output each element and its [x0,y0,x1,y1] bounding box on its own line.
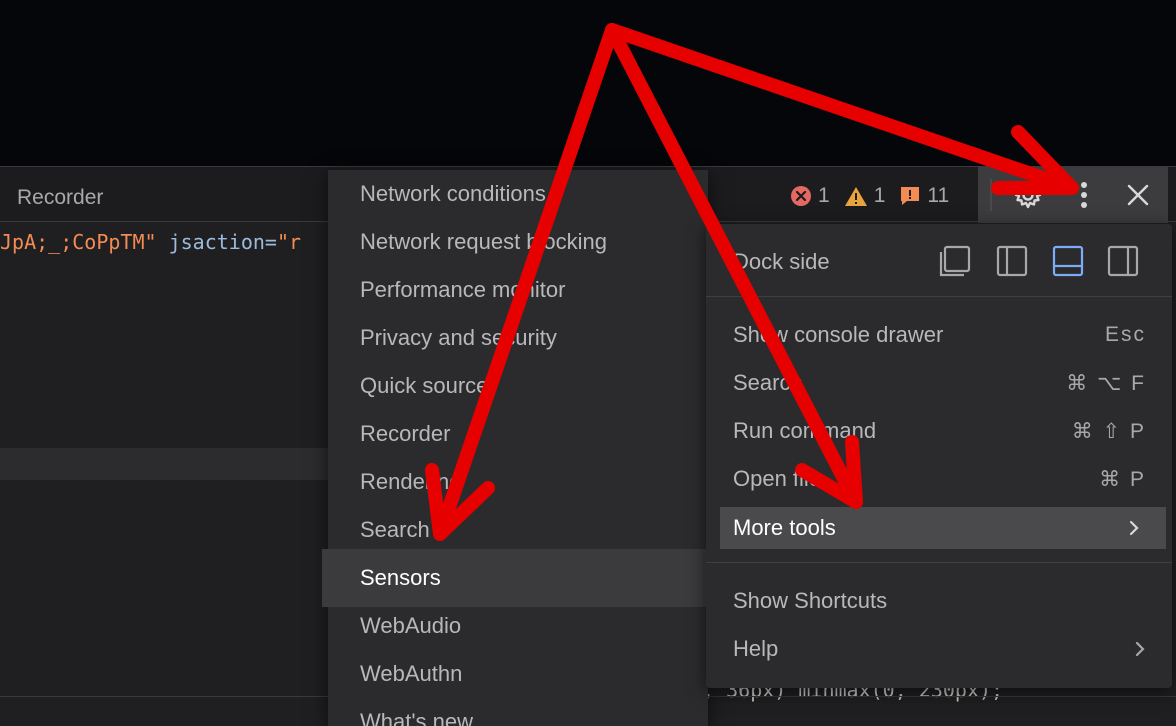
warning-icon [844,187,867,206]
shortcut-label: Esc [1104,323,1146,346]
menu-item-search[interactable]: Search ⌘ ⌥ F [706,359,1172,407]
menu-item-network-conditions[interactable]: Network conditions [328,170,708,218]
customize-menu-button[interactable] [1064,177,1104,213]
close-icon [1127,184,1149,206]
menu-item-open-file[interactable]: Open file ⌘ P [706,455,1172,503]
menu-item-label: Search [733,370,803,395]
page-viewport [0,0,1176,166]
menu-item-label: Network conditions [360,181,546,206]
menu-item-label: Rendering [360,469,462,494]
menu-item-label: Search [360,517,430,542]
menu-item-label: Performance monitor [360,277,566,302]
menu-item-performance-monitor[interactable]: Performance monitor [328,266,708,314]
menu-item-label: WebAudio [360,613,462,638]
menu-item-webaudio[interactable]: WebAudio [328,602,708,650]
menu-divider [706,562,1172,563]
undock-icon[interactable] [938,244,972,278]
dock-left-icon[interactable] [995,244,1029,278]
issue-counters[interactable]: 1 1 11 [790,181,963,211]
menu-item-show-shortcuts[interactable]: Show Shortcuts [706,577,1172,625]
menu-item-network-request-blocking[interactable]: Network request blocking [328,218,708,266]
code-string-tail: "r [276,230,302,254]
error-count: 1 [818,184,830,207]
error-counter[interactable]: 1 [790,184,830,208]
issues-count: 11 [927,184,950,207]
menu-item-label: Recorder [360,421,451,446]
shortcut-label: ⌘ ⌥ F [1066,371,1146,395]
menu-item-rendering[interactable]: Rendering [328,458,708,506]
menu-item-label: Quick source [360,373,489,398]
close-devtools-button[interactable] [1118,177,1158,213]
menu-item-label: Help [733,636,779,661]
shortcut-label: ⌘ P [1099,467,1146,491]
gear-icon [1014,181,1042,209]
screen: Recorder 1 1 11 JpA;_;CoPpTM" jsaction="… [0,0,1176,726]
menu-item-label: Sensors [360,565,441,590]
warning-count: 1 [873,184,886,207]
warning-counter[interactable]: 1 [844,184,886,208]
shortcut-label: ⌘ ⇧ P [1071,419,1146,443]
menu-item-label: What's new [360,709,474,726]
more-tools-submenu: Network conditions Network request block… [322,170,708,726]
issues-counter[interactable]: 11 [899,184,949,208]
selected-code-row [0,448,330,480]
chevron-right-icon [1135,641,1145,657]
menu-item-more-tools[interactable]: More tools [720,507,1166,549]
code-attr: jsaction= [156,230,277,254]
dock-side-label: Dock side [733,249,830,274]
menu-item-webauthn[interactable]: WebAuthn [328,650,708,698]
code-string: JpA;_;CoPpTM" [0,230,157,254]
kebab-icon [1081,182,1087,208]
settings-button[interactable] [1008,177,1048,213]
menu-item-quick-source[interactable]: Quick source [328,362,708,410]
dock-side-row: Dock side [706,224,1172,296]
menu-item-whats-new[interactable]: What's new [328,698,708,726]
menu-item-label: Open file [733,466,822,491]
chevron-right-icon [1129,520,1139,536]
menu-item-privacy-and-security[interactable]: Privacy and security [328,314,708,362]
tab-recorder[interactable]: Recorder [17,186,103,210]
menu-item-label: Run command [733,418,877,443]
menu-item-label: WebAuthn [360,661,463,686]
dock-right-icon[interactable] [1106,244,1140,278]
menu-item-label: Show Shortcuts [733,588,888,613]
menu-item-label: Network request blocking [360,229,608,254]
menu-item-recorder[interactable]: Recorder [328,410,708,458]
menu-item-show-console-drawer[interactable]: Show console drawer Esc [706,311,1172,359]
menu-item-run-command[interactable]: Run command ⌘ ⇧ P [706,407,1172,455]
menu-item-help[interactable]: Help [706,625,1172,673]
toolbar-separator [990,179,992,211]
menu-item-label: Privacy and security [360,325,557,350]
menu-divider [706,296,1172,297]
menu-item-sensors[interactable]: Sensors [322,549,708,607]
menu-item-label: More tools [733,515,836,540]
error-icon [791,186,811,206]
menu-item-search[interactable]: Search [328,506,708,554]
code-line: JpA;_;CoPpTM" jsaction="r [0,230,301,254]
dock-bottom-icon[interactable] [1051,244,1085,278]
menu-item-label: Show console drawer [733,322,944,347]
customize-menu: Dock side Show console drawer Esc Search… [706,224,1172,688]
issue-icon [901,187,920,205]
